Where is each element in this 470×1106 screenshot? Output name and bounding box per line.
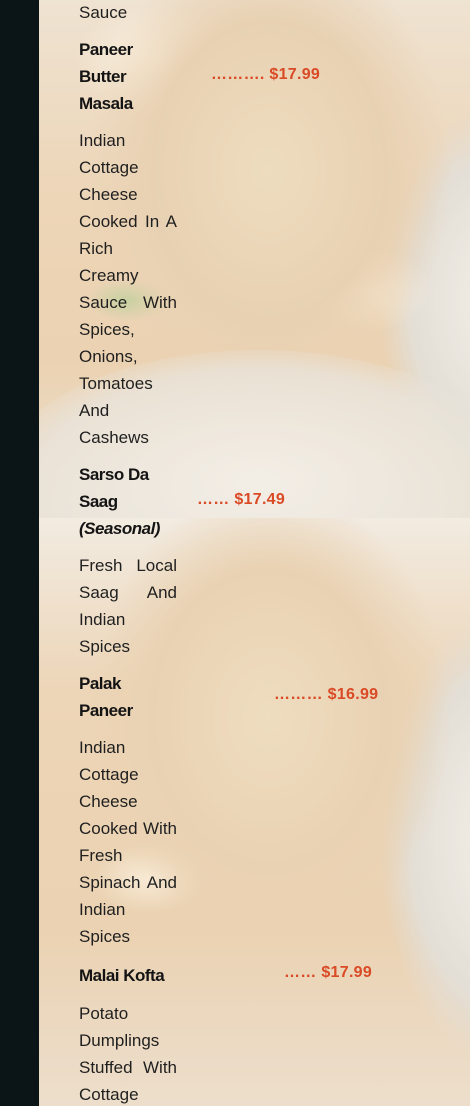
item-description: Fresh Local Saag And Indian Spices: [79, 556, 177, 656]
item-name: Malai Kofta: [79, 962, 199, 989]
item-name: Palak Paneer: [79, 670, 177, 724]
left-sidebar: [0, 0, 39, 1106]
item-name-text: Paneer Butter Masala: [79, 40, 133, 113]
item-price: ………. $17.99: [211, 66, 321, 83]
item-description: Indian Cottage Cheese Cooked In A Rich C…: [79, 131, 177, 447]
menu-list: Sauce Paneer Butter Masala ………. $17.99 I…: [79, 0, 470, 1106]
item-price: ……… $16.99: [274, 686, 379, 703]
item-name-text: Sarso Da Saag: [79, 465, 149, 511]
seasonal-tag: (Seasonal): [79, 519, 160, 538]
item-description: Potato Dumplings Stuffed With Cottage: [79, 1004, 177, 1104]
item-name: Paneer Butter Masala: [79, 36, 177, 117]
item-description: Indian Cottage Cheese Cooked With Fresh …: [79, 738, 177, 946]
item-name: Sarso Da Saag (Seasonal): [79, 461, 177, 542]
item-name-text: Palak Paneer: [79, 674, 133, 720]
item-price: …… $17.99: [284, 964, 373, 981]
item-name-text: Malai Kofta: [79, 966, 165, 985]
item-description: Sauce: [79, 3, 128, 22]
item-price: …… $17.49: [197, 491, 286, 508]
